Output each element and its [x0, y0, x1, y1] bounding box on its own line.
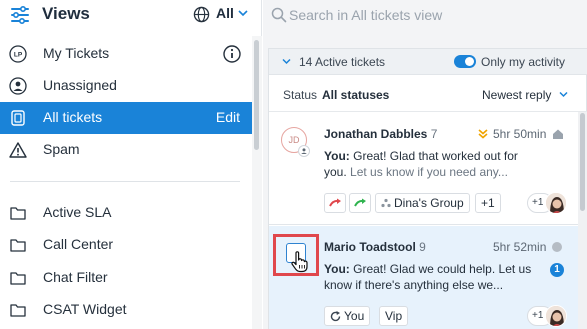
sidebar-item-my-tickets[interactable]: LP My Tickets [0, 38, 252, 70]
tickets-scroll-thumb[interactable] [580, 113, 585, 211]
sidebar-scroll-thumb[interactable] [254, 40, 259, 150]
sidebar-item-active-sla[interactable]: Active SLA [0, 197, 252, 229]
lp-avatar-initials: LP [14, 52, 23, 59]
preview-author: You: [324, 149, 350, 163]
info-icon[interactable] [223, 45, 241, 63]
customer-name-text: Jonathan Dabbles [324, 127, 428, 141]
preview-text: Great! Glad we could help. Let us know i… [324, 262, 532, 292]
only-my-activity-label: Only my activity [481, 55, 566, 69]
sidebar-item-label: Unassigned [43, 77, 117, 93]
group-tag[interactable]: Dina's Group [375, 193, 470, 213]
customer-name: Jonathan Dabbles 7 [324, 127, 437, 141]
hand-cursor-icon [291, 251, 308, 273]
agent-avatar-image [546, 306, 566, 326]
sidebar-item-label: Spam [43, 141, 80, 157]
ticket-preview: You: Great! Glad that worked out for you… [324, 148, 536, 180]
views-title: Views [42, 4, 90, 23]
edit-view-link[interactable]: Edit [216, 109, 240, 125]
sidebar-item-label: CSAT Widget [43, 301, 127, 317]
warning-icon [9, 142, 27, 158]
ticket-time: 5hr 52min [493, 240, 547, 254]
agent-avatar [545, 305, 567, 327]
customer-name: Mario Toadstool 9 [324, 240, 426, 254]
tickets-pane: 14 Active tickets Only my activity Statu… [263, 0, 587, 329]
sidebar-item-label: Active SLA [43, 204, 112, 220]
agent-avatar [545, 192, 567, 214]
sidebar-item-spam[interactable]: Spam [0, 134, 252, 166]
agent-avatar-image [546, 193, 566, 213]
assignee-tag[interactable]: You [324, 306, 371, 326]
ticket-time: 5hr 50min [493, 127, 547, 141]
sidebar-item-all-tickets[interactable]: All tickets Edit [0, 102, 252, 134]
ticket-row[interactable]: Mario Toadstool 9 5hr 52min 1 You: Great… [269, 226, 578, 329]
status-filter-row: Status All statuses Newest reply [269, 76, 587, 112]
folder-icon [10, 207, 26, 220]
collapse-chevron-icon[interactable] [282, 58, 291, 65]
customer-name-text: Mario Toadstool [324, 240, 416, 254]
sidebar-item-chat-filter[interactable]: Chat Filter [0, 262, 252, 294]
folder-icon [10, 239, 26, 252]
preview-text-faded: Let us know if you need any... [346, 165, 508, 179]
more-tags-pill[interactable]: +1 [475, 193, 501, 213]
sidebar-item-label: Call Center [43, 236, 114, 252]
globe-icon[interactable] [193, 6, 210, 23]
sidebar-divider [10, 181, 240, 182]
ticket-row[interactable]: JD Jonathan Dabbles 7 5hr 50min You: Gre… [269, 113, 578, 225]
refresh-icon [330, 311, 341, 322]
ticket-number: 9 [419, 240, 426, 254]
sidebar-item-label: My Tickets [43, 45, 110, 61]
person-badge-icon [298, 145, 310, 157]
search-input[interactable] [289, 5, 579, 25]
sidebar-item-call-center[interactable]: Call Center [0, 229, 252, 261]
sort-select[interactable]: Newest reply [482, 88, 551, 102]
folder-icon [10, 272, 26, 285]
status-filter-select[interactable]: All statuses [322, 88, 389, 102]
group-icon [381, 198, 391, 208]
assignee-tag-label: You [344, 309, 365, 323]
tickets-list-card: 14 Active tickets Only my activity Statu… [268, 48, 587, 329]
chevron-down-icon[interactable] [559, 91, 568, 98]
views-header: Views All [0, 0, 262, 32]
folder-icon [10, 304, 26, 317]
chevron-down-icon[interactable] [238, 9, 248, 17]
ticket-number: 7 [430, 127, 438, 141]
green-arrow-tag[interactable] [349, 193, 371, 213]
sidebar-item-label: All tickets [43, 109, 103, 125]
sidebar-item-label: Chat Filter [43, 269, 108, 285]
only-my-activity-toggle[interactable] [454, 55, 476, 68]
ticket-preview: You: Great! Glad we could help. Let us k… [324, 261, 536, 293]
preview-author: You: [324, 262, 350, 276]
views-sidebar: Views All LP My Tickets Unassigned All t… [0, 0, 262, 329]
search-icon [271, 7, 287, 23]
red-arrow-tag[interactable] [324, 193, 346, 213]
checkbox-highlight [273, 234, 319, 276]
green-arrow-icon [354, 198, 366, 207]
search-bar [263, 0, 587, 32]
status-label: Status [283, 88, 318, 102]
home-icon [553, 129, 563, 139]
priority-chevrons-icon [478, 129, 488, 139]
sliders-icon[interactable] [10, 6, 30, 24]
lp-avatar-icon: LP [9, 45, 27, 63]
tickets-list-header: 14 Active tickets Only my activity [269, 49, 587, 75]
active-tickets-count: 14 Active tickets [299, 55, 386, 69]
vip-tag[interactable]: Vip [379, 306, 409, 326]
group-tag-label: Dina's Group [394, 196, 464, 210]
person-icon [9, 77, 27, 95]
unread-badge: 1 [550, 263, 564, 277]
red-arrow-icon [329, 198, 341, 207]
view-filter-select[interactable]: All [216, 5, 234, 21]
status-dot-icon [552, 242, 562, 252]
sidebar-item-unassigned[interactable]: Unassigned [0, 70, 252, 102]
tickets-icon [11, 110, 25, 126]
sidebar-item-csat-widget[interactable]: CSAT Widget [0, 294, 252, 326]
